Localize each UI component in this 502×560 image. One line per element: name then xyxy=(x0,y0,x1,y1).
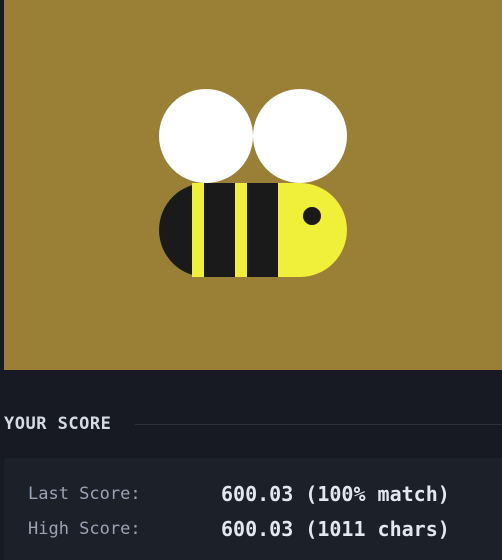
last-score-row: Last Score: 600.03 (100% match) xyxy=(28,481,502,507)
target-preview xyxy=(4,0,502,370)
high-score-row: High Score: 600.03 (1011 chars) xyxy=(28,516,502,542)
header-divider xyxy=(135,423,502,425)
score-panel: Last Score: 600.03 (100% match) High Sco… xyxy=(4,458,502,560)
bee-illustration xyxy=(4,0,502,370)
bee-body xyxy=(159,183,278,277)
score-heading: YOUR SCORE xyxy=(4,414,112,434)
bee-eye xyxy=(303,207,321,225)
right-wing xyxy=(253,89,347,183)
last-score-label: Last Score: xyxy=(28,484,141,504)
bee-stripe-1 xyxy=(192,183,204,277)
bee-stripe-2 xyxy=(235,183,247,277)
page: YOUR SCORE Last Score: 600.03 (100% matc… xyxy=(0,0,502,560)
high-score-label: High Score: xyxy=(28,519,141,539)
score-header: YOUR SCORE xyxy=(4,412,502,436)
last-score-value: 600.03 (100% match) xyxy=(221,482,450,506)
left-wing xyxy=(159,89,253,183)
high-score-value: 600.03 (1011 chars) xyxy=(221,517,450,541)
